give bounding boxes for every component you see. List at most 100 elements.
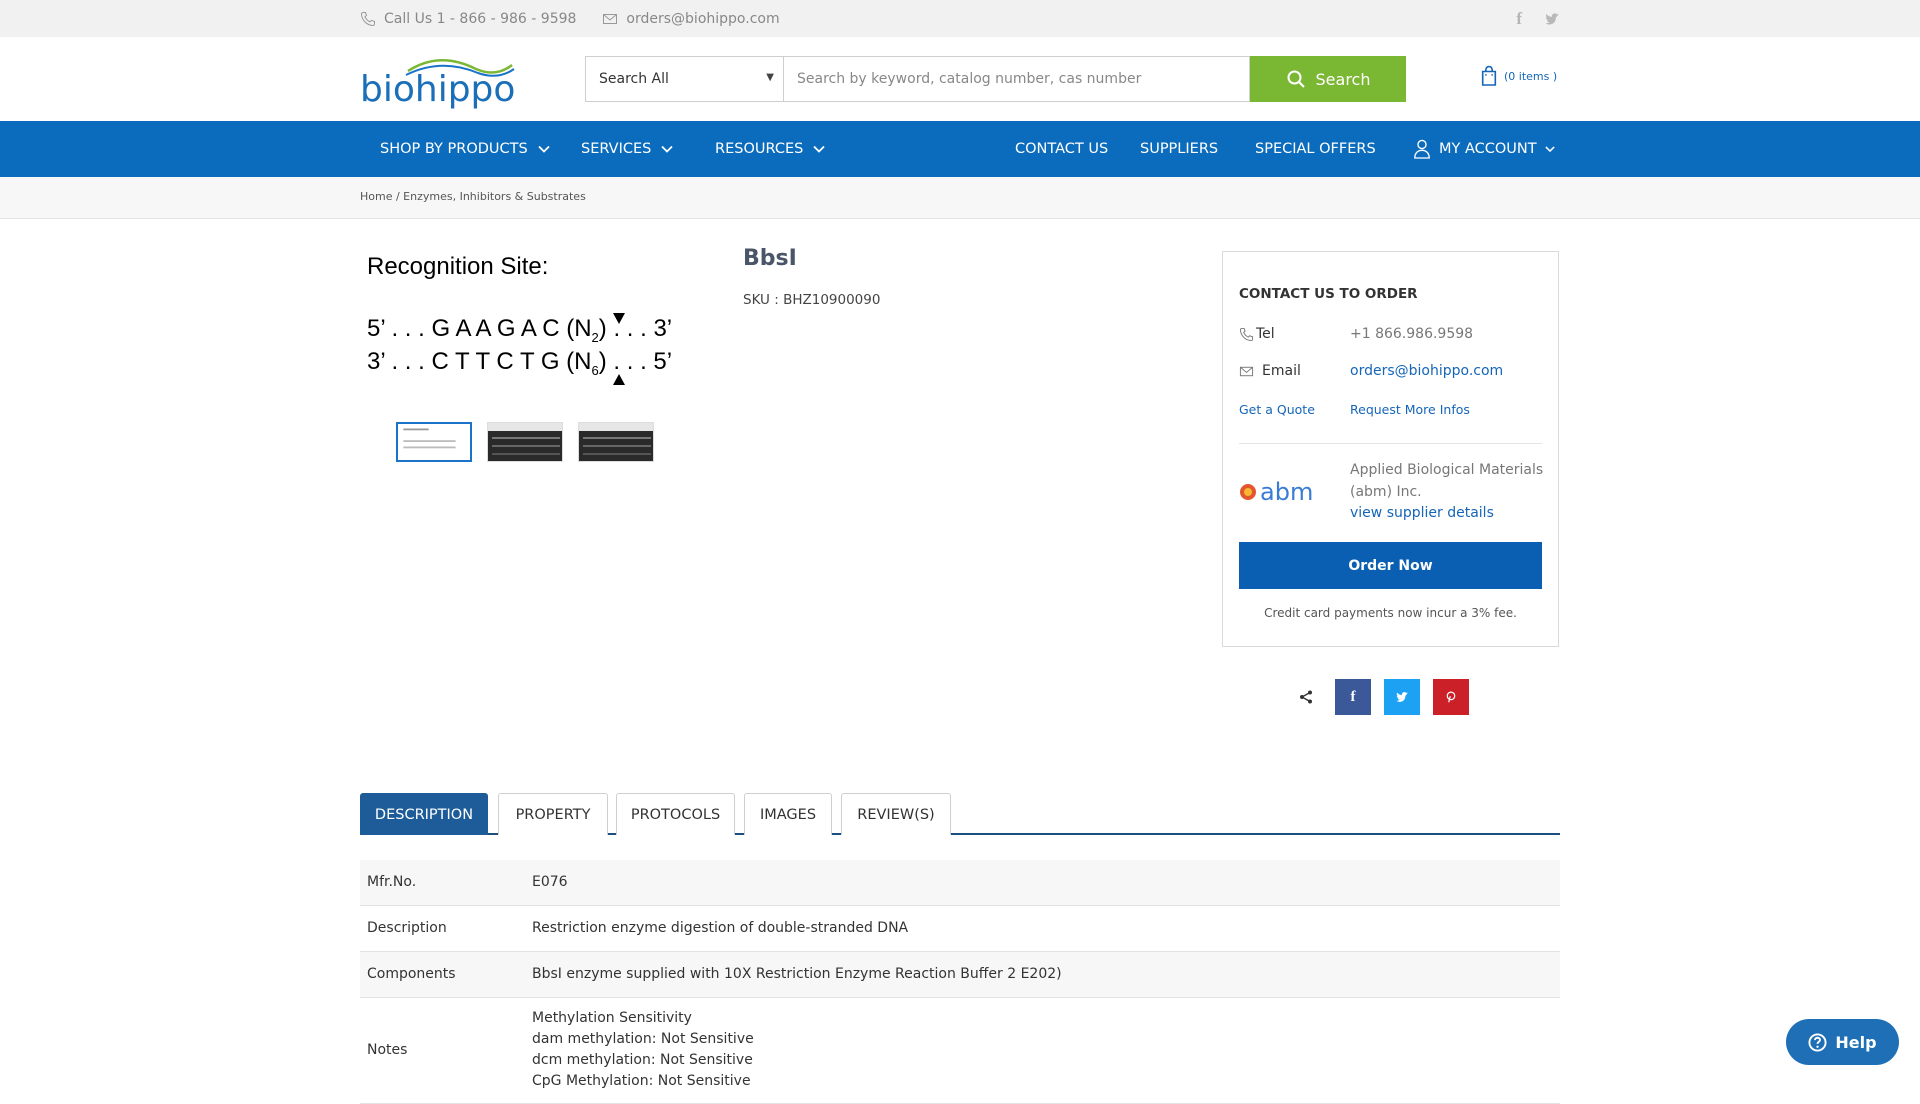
phone-icon [1239,327,1254,341]
share-bar: f [1296,679,1469,715]
sequence-sub: 6 [591,362,599,378]
order-now-button[interactable]: Order Now [1239,542,1542,589]
tab-description[interactable]: DESCRIPTION [360,793,488,835]
nav-shop-by-products[interactable]: SHOP BY PRODUCTS [380,121,550,177]
cart-count: (0 items ) [1504,69,1558,83]
nav-my-account[interactable]: MY ACCOUNT [1413,121,1555,177]
thumbnail-strip [396,422,654,462]
chevron-down-icon [661,145,673,153]
supplier-logo[interactable]: abm [1239,478,1319,504]
email-label-row: Email [1239,363,1301,379]
search-button[interactable]: Search [1250,56,1406,102]
product-title: BbsI [743,246,797,271]
svg-text:biohippo: biohippo [360,69,515,109]
supplier-name: Applied Biological Materials (abm) Inc. [1350,462,1544,500]
email-contact[interactable]: orders@biohippo.com [602,10,780,27]
thumbnail-gel-2[interactable] [578,422,654,462]
share-icon[interactable] [1296,687,1316,707]
sequence-prefix: 3’ . . . C T T C T G (N [367,348,592,375]
main-nav: SHOP BY PRODUCTS SERVICES RESOURCES CONT… [0,121,1920,177]
email-label: Email [1262,363,1301,379]
order-box-heading: CONTACT US TO ORDER [1239,286,1418,302]
contact-order-box: CONTACT US TO ORDER Tel +1 866.986.9598 … [1222,251,1559,647]
request-info-link[interactable]: Request More Infos [1350,402,1470,417]
facebook-icon[interactable]: f [1516,9,1522,29]
email-link[interactable]: orders@biohippo.com [1350,363,1503,379]
tel-label: Tel [1256,326,1275,342]
breadcrumb-bar: Home / Enzymes, Inhibitors & Substrates [0,177,1920,219]
note-line: CpG Methylation: Not Sensitive [532,1073,751,1089]
spec-key: Description [360,905,525,952]
nav-resources[interactable]: RESOURCES [715,121,825,177]
email-text: orders@biohippo.com [626,10,780,27]
search-category-value: Search All [599,71,669,87]
thumbnail-recognition-site[interactable] [396,422,472,462]
table-row: Components BbsI enzyme supplied with 10X… [360,951,1560,998]
tab-images[interactable]: IMAGES [744,793,832,835]
product-main-image[interactable]: Recognition Site: 5’ . . . G A A G A C (… [360,247,690,397]
sequence-suffix: ) . . . 5’ [598,348,673,375]
table-row: Notes Methylation Sensitivity dam methyl… [360,997,1560,1104]
fee-note: Credit card payments now incur a 3% fee. [1264,606,1517,620]
twitter-icon [1396,692,1408,702]
mail-icon [603,13,618,24]
twitter-share-button[interactable] [1384,679,1420,715]
image-title: Recognition Site: [367,253,549,280]
svg-text:abm: abm [1260,478,1313,504]
tab-reviews[interactable]: REVIEW(S) [841,793,951,835]
phone-icon [360,11,375,26]
cart[interactable]: (0 items ) [1480,65,1557,87]
pinterest-share-button[interactable] [1433,679,1469,715]
product-tabs: DESCRIPTION PROPERTY PROTOCOLS IMAGES RE… [360,793,1560,835]
nav-services[interactable]: SERVICES [581,121,673,177]
sequence-prefix: 5’ . . . G A A G A C (N [367,315,592,342]
tel-value[interactable]: +1 866.986.9598 [1350,326,1473,342]
biohippo-logo[interactable]: biohippo [360,53,535,109]
divider [1239,443,1542,444]
tel-label-row: Tel [1239,326,1275,342]
pinterest-icon [1446,691,1456,703]
thumbnail-image [579,423,653,455]
tab-property[interactable]: PROPERTY [498,793,608,835]
thumbnail-gel-1[interactable] [487,422,563,462]
nav-label: CONTACT US [1015,141,1109,157]
product-sku: SKU : BHZ10900090 [743,292,881,308]
thumbnail-image [403,428,456,449]
phone-contact[interactable]: Call Us 1 - 866 - 986 - 9598 [360,11,576,27]
search-category-select[interactable]: Search All ▼ [585,56,784,102]
chevron-down-icon [538,145,550,153]
caret-down-icon: ▼ [766,72,774,83]
search-input[interactable] [783,56,1250,102]
nav-label: SERVICES [581,141,652,157]
sequence-sub: 2 [591,329,599,345]
cut-arrow-up-icon [613,374,625,385]
site-header: biohippo Search All ▼ Search (0 items ) [0,37,1920,121]
help-label: Help [1835,1032,1877,1052]
nav-label: SUPPLIERS [1140,141,1219,157]
nav-contact-us[interactable]: CONTACT US [1015,121,1108,177]
view-supplier-link[interactable]: view supplier details [1350,505,1494,521]
nav-suppliers[interactable]: SUPPLIERS [1140,121,1218,177]
search-button-label: Search [1315,69,1371,89]
facebook-share-button[interactable]: f [1335,679,1371,715]
spec-value: BbsI enzyme supplied with 10X Restrictio… [525,951,1560,998]
table-row: Mfr.No. E076 [360,860,1560,906]
help-button[interactable]: Help [1786,1019,1899,1065]
spec-value: Methylation Sensitivity dam methylation:… [525,997,1560,1104]
tab-protocols[interactable]: PROTOCOLS [616,793,735,835]
get-quote-link[interactable]: Get a Quote [1239,402,1315,417]
twitter-icon[interactable] [1544,11,1560,27]
sequence-line-bottom: 3’ . . . C T T C T G (N6) . . . 5’ [367,348,672,378]
cut-arrow-down-icon [613,313,625,324]
spec-value: Restriction enzyme digestion of double-s… [525,905,1560,952]
table-row: Description Restriction enzyme digestion… [360,905,1560,952]
share-glyph [1300,690,1312,704]
spec-key: Notes [360,997,525,1104]
breadcrumb[interactable]: Home / Enzymes, Inhibitors & Substrates [360,190,586,203]
facebook-icon: f [1350,688,1356,705]
nav-special-offers[interactable]: SPECIAL OFFERS [1255,121,1376,177]
nav-label: RESOURCES [715,141,804,157]
note-line: Methylation Sensitivity [532,1010,692,1026]
spec-key: Mfr.No. [360,860,525,906]
shopping-bag-icon [1481,65,1497,86]
